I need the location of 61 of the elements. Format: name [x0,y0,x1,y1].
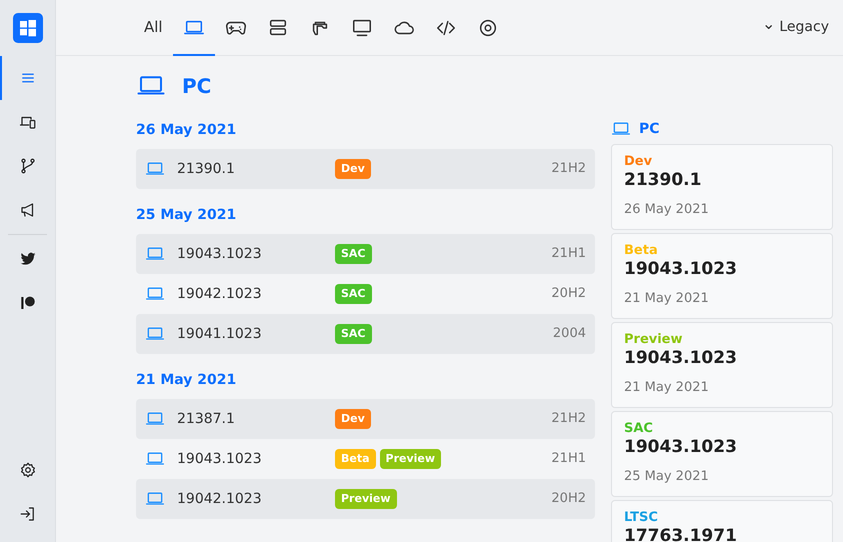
channel-name: Beta [624,243,659,259]
channel-name: Dev [624,154,654,170]
filter-tab[interactable]: All [134,0,173,56]
channel-tag: Beta [335,448,376,470]
version-label: 2004 [552,325,586,344]
build-row[interactable]: 21387.1 Dev 21H2 [136,399,595,439]
release-date: 25 May 2021 [624,468,710,486]
build-number: 19042.1023 [177,490,263,508]
build-number: 17763.1971 [624,526,738,542]
version-label: 21H2 [551,410,586,428]
release-date: 21 May 2021 [624,290,710,308]
build-row[interactable]: 19043.1023 Beta Preview 21H1 [136,439,595,479]
release-date: 26 May 2021 [624,201,710,219]
build-number: 19043.1023 [177,450,263,468]
date-heading: 21 May 2021 [136,371,238,390]
build-row[interactable]: 21390.1 Dev 21H2 [136,149,595,189]
caret-icon: ⌄ [762,18,776,28]
app-logo[interactable] [12,13,42,43]
build-number: 19043.1023 [624,437,738,457]
legacy-dropdown[interactable]: ⌄ Legacy [756,16,835,39]
build-card[interactable]: Preview 19043.1023 21 May 2021 [611,322,833,408]
panel-title: PC [639,120,660,138]
page-heading: PC [182,73,212,100]
build-number: 19043.1023 [624,259,738,279]
date-heading: 25 May 2021 [136,206,238,225]
build-card[interactable]: SAC 19043.1023 25 May 2021 [611,411,833,497]
patreon-icon [19,294,37,312]
channel-tag: SAC [335,284,372,304]
build-row[interactable]: 19042.1023 SAC 20H2 [136,274,595,314]
channel-tag: Preview [380,448,442,470]
channel-tag: Preview [335,488,397,510]
build-number: 21390.1 [624,170,702,190]
release-date: 21 May 2021 [624,379,710,397]
build-row[interactable]: 19042.1023 Preview 20H2 [136,479,595,519]
build-card[interactable]: Beta 19043.1023 21 May 2021 [611,233,833,319]
build-card[interactable]: Dev 21390.1 26 May 2021 [611,144,833,230]
channel-tag: Dev [335,408,371,430]
build-number: 19042.1023 [177,284,263,304]
channel-tag: SAC [335,244,372,264]
sign-in-icon [19,505,37,523]
settings-icon [19,461,37,479]
date-heading: 26 May 2021 [136,121,238,140]
version-label: 20H2 [551,285,586,304]
version-label: 21H1 [551,245,586,264]
version-label: 21H2 [551,160,586,178]
build-number: 19041.1023 [177,324,263,344]
channel-name: Preview [624,332,684,348]
version-label: 21H1 [551,450,586,468]
channel-tag: SAC [335,324,372,344]
channel-name: LTSC [624,510,659,526]
build-row[interactable]: 19043.1023 SAC 21H1 [136,234,595,274]
build-row[interactable]: 19041.1023 SAC 2004 [136,314,595,354]
build-number: 19043.1023 [177,244,263,264]
version-label: 20H2 [551,490,586,508]
build-card[interactable]: LTSC 17763.1971 [611,500,833,542]
build-number: 21390.1 [177,160,236,178]
branch-icon [19,157,37,175]
channel-tag: Dev [335,158,371,180]
channel-name: SAC [624,421,654,437]
build-number: 19043.1023 [624,348,738,368]
build-number: 21387.1 [177,410,236,428]
